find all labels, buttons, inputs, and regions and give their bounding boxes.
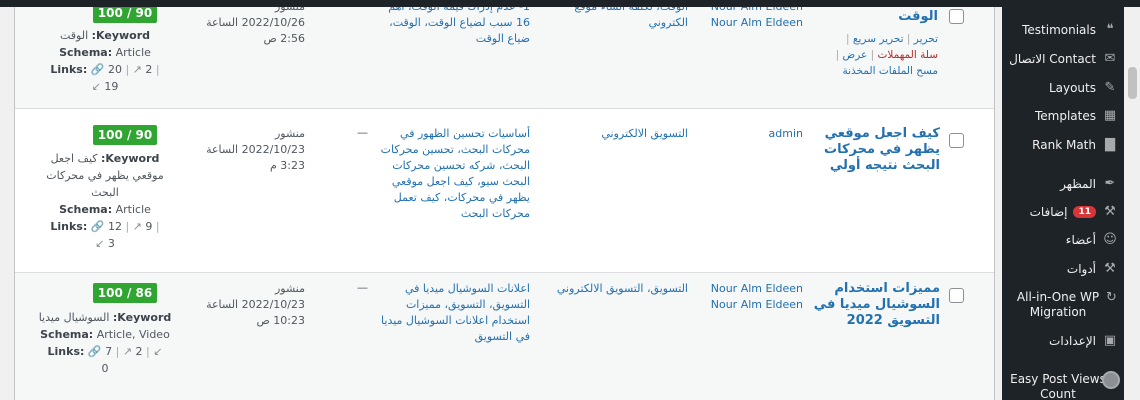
author-link[interactable]: Nour Alm Eldeen [695, 15, 803, 31]
settings-icon: ▣ [1103, 333, 1117, 348]
time-value: 3:23 م [269, 159, 305, 172]
view-link[interactable]: عرض [843, 49, 868, 61]
sidebar-item-rank-math[interactable]: Rank Math ▇ [1032, 137, 1118, 152]
seo-details: Keyword: السوشيال ميديا Schema: Article,… [35, 309, 175, 377]
sidebar-item-easy-post-views[interactable]: Easy Post Views Count [1008, 372, 1108, 400]
migration-icon: ↻ [1106, 290, 1117, 305]
sidebar-item-migration[interactable]: All-in-One WP Migration [1008, 290, 1108, 320]
sidebar-item-contact[interactable]: الاتصال Contact ✉ [1009, 51, 1118, 66]
tags-cell[interactable]: 1- عدم إدراك قيمة الوقت، اهم 16 سبب لضيا… [380, 7, 530, 47]
admin-bar [0, 0, 1140, 7]
user-icon: ☺ [1103, 232, 1117, 247]
wrench-icon: ⚒ [1104, 261, 1116, 276]
incoming-link-icon: ↙ [153, 345, 163, 358]
brush-icon: ✒ [1104, 176, 1116, 191]
categories-cell[interactable]: الوقت، تكلفة انشاء موقع الكتروني [540, 7, 688, 31]
views-icon [1102, 371, 1120, 389]
seo-details: Keyword: كيف اجعل موقعي يظهر في محركات ا… [35, 150, 175, 252]
sidebar-item-plugins[interactable]: إضافات 11 ⚒ [1030, 204, 1118, 219]
seo-details: Keyword: الوقت Schema: Article Links: 🔗 … [35, 27, 175, 95]
row-checkbox[interactable] [949, 288, 964, 303]
date-value: 2022/10/23 الساعة [206, 298, 305, 311]
date-status: منشور [274, 282, 305, 295]
external-link-icon: ↗ [132, 63, 142, 76]
seo-links: Links: 🔗 7 | ↗ 2 | ↙ [47, 345, 163, 358]
plugins-update-badge: 11 [1073, 205, 1096, 218]
seo-incoming: ↙ 3 [95, 237, 115, 250]
sidebar-item-settings[interactable]: الإعدادات ▣ [1049, 333, 1118, 348]
table-row: اهم 16 سبب لضياع الوقت تحرير | تحرير سري… [15, 7, 994, 109]
scrollbar-track[interactable] [1124, 7, 1140, 400]
categories-cell[interactable]: التسويق، التسويق الالكتروني [540, 281, 688, 297]
seo-links: Links: 🔗 20 | ↗ 2 | [50, 63, 160, 76]
seo-schema: Schema: Article, Video [40, 328, 170, 341]
row-actions: تحرير | تحرير سريع | سلة المهملات | عرض … [835, 33, 939, 77]
seo-score-badge[interactable]: 100 / 86 [93, 283, 157, 303]
internal-link-icon: 🔗 [87, 345, 102, 358]
seo-keyword: Keyword: السوشيال ميديا [38, 311, 172, 324]
internal-link-icon: 🔗 [90, 63, 105, 76]
sidebar-item-appearance[interactable]: المظهر ✒ [1060, 176, 1118, 191]
author-link[interactable]: admin [695, 126, 803, 142]
table-row: كيف اجعل موقعي يظهر في محركات البحث نتيج… [15, 118, 994, 273]
plugin-icon: ⚒ [1104, 204, 1116, 219]
grid-icon: ▦ [1103, 108, 1117, 123]
pencil-icon: ✎ [1104, 80, 1116, 95]
seo-incoming: ↙ 19 [91, 80, 119, 93]
seo-links: Links: 🔗 12 | ↗ 9 | [50, 220, 160, 233]
posts-list-area: اهم 16 سبب لضياع الوقت تحرير | تحرير سري… [0, 7, 1002, 400]
post-title-link[interactable]: كيف اجعل موقعي يظهر في محركات البحث نتيج… [805, 126, 940, 174]
author-link[interactable]: Nour Alm Eldeen [695, 297, 803, 313]
post-title-link[interactable]: اهم 16 سبب لضياع الوقت [810, 7, 938, 25]
author-link[interactable]: Nour Alm Eldeen [695, 7, 803, 15]
date-status: منشور [274, 127, 305, 140]
quick-edit-link[interactable]: تحرير سريع [853, 33, 904, 45]
seo-keyword: Keyword: كيف اجعل موقعي يظهر في محركات ا… [46, 152, 164, 199]
seo-schema: Schema: Article [59, 46, 151, 59]
external-link-icon: ↗ [122, 345, 133, 358]
comments-cell: — [357, 281, 368, 294]
date-value: 2022/10/23 الساعة [206, 143, 305, 156]
sidebar-item-users[interactable]: أعضاء ☺ [1066, 232, 1118, 247]
seo-score-badge[interactable]: 100 / 90 [93, 7, 157, 23]
seo-keyword: Keyword: الوقت [59, 29, 151, 42]
sidebar-item-tools[interactable]: أدوات ⚒ [1067, 261, 1118, 276]
table-row: مميزات استخدام السوشيال ميديا في التسويق… [15, 273, 994, 400]
mail-icon: ✉ [1104, 51, 1116, 66]
comments-cell: — [357, 7, 368, 12]
edit-link[interactable]: تحرير [914, 33, 938, 45]
time-value: 10:23 ص [256, 314, 306, 327]
clear-cache-link[interactable]: مسح الملفات المخذنة [842, 65, 938, 77]
incoming-link-icon: ↙ [91, 80, 101, 93]
post-title-link[interactable]: مميزات استخدام السوشيال ميديا في التسويق… [810, 281, 940, 329]
chart-icon: ▇ [1105, 137, 1115, 152]
row-checkbox[interactable] [949, 9, 964, 24]
tags-cell[interactable]: أساسيات تحسين الظهور في محركات البحث، تح… [380, 126, 530, 222]
sidebar-item-templates[interactable]: Templates ▦ [1035, 108, 1118, 123]
categories-cell[interactable]: التسويق الالكتروني [540, 126, 688, 142]
scrollbar-thumb[interactable] [1128, 67, 1137, 99]
incoming-link-icon: ↙ [95, 237, 105, 250]
seo-incoming: 0 [101, 362, 109, 375]
author-link[interactable]: Nour Alm Eldeen [695, 281, 803, 297]
seo-schema: Schema: Article [59, 203, 151, 216]
tags-cell[interactable]: اعلانات السوشيال ميديا في التسويق، التسو… [380, 281, 530, 345]
row-checkbox[interactable] [949, 133, 964, 148]
sidebar-item-layouts[interactable]: Layouts ✎ [1049, 80, 1118, 95]
date-value: 2022/10/26 الساعة [206, 16, 305, 29]
seo-score-badge[interactable]: 100 / 90 [93, 125, 157, 145]
trash-link[interactable]: سلة المهملات [878, 49, 939, 61]
quote-icon: ❝ [1106, 22, 1114, 37]
comments-cell: — [357, 126, 368, 139]
date-status: منشور [195, 7, 305, 15]
sidebar-item-testimonials[interactable]: Testimonials ❝ [1022, 22, 1118, 37]
external-link-icon: ↗ [132, 220, 142, 233]
internal-link-icon: 🔗 [90, 220, 105, 233]
time-value: 2:56 ص [263, 32, 306, 45]
posts-table: اهم 16 سبب لضياع الوقت تحرير | تحرير سري… [14, 7, 995, 400]
